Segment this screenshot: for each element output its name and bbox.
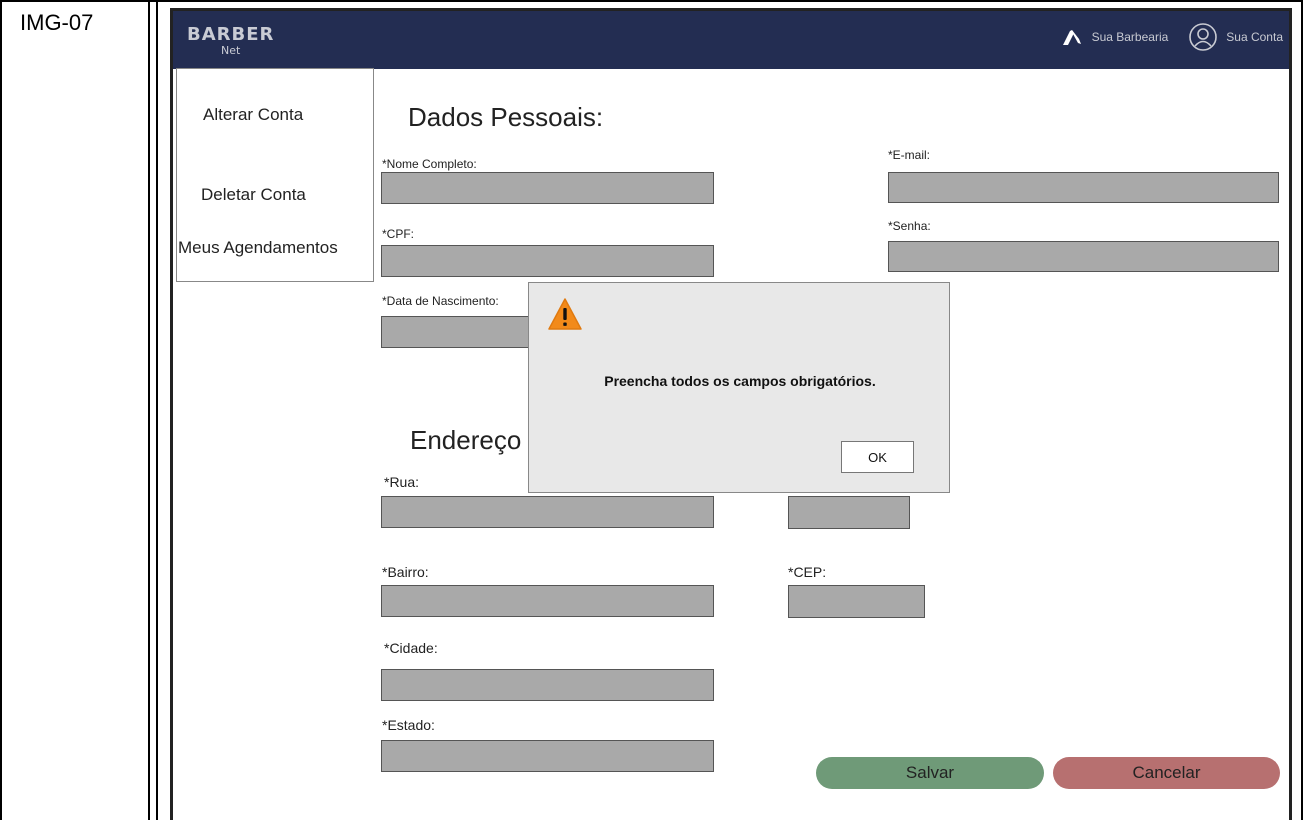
street-label: *Rua: [384,474,420,490]
sidebar-item-meus-agendamentos[interactable]: Meus Agendamentos [178,238,338,258]
navbar-actions: Sua Barbearia Sua Conta [1048,22,1283,52]
account-link[interactable]: Sua Conta [1188,22,1283,52]
barbershop-label: Sua Barbearia [1091,30,1169,44]
barbershop-link[interactable]: Sua Barbearia [1060,25,1169,49]
district-field[interactable] [381,585,714,617]
logo-subtext: Net [221,44,241,57]
birth-date-label: *Data de Nascimento: [382,294,499,308]
user-circle-icon [1189,23,1218,51]
dialog-message: Preencha todos os campos obrigatórios. [604,373,876,389]
district-label: *Bairro: [382,564,429,580]
table-divider [148,0,158,820]
image-id-label: IMG-07 [20,10,94,35]
cep-label: *CEP: [788,564,827,580]
full-name-label: *Nome Completo: [382,157,477,171]
number-field[interactable] [788,496,910,529]
email-field[interactable] [888,172,1279,203]
password-label: *Senha: [888,219,931,233]
cpf-label: *CPF: [382,227,415,241]
account-label: Sua Conta [1226,30,1283,44]
state-label: *Estado: [382,717,435,733]
personal-data-title: Dados Pessoais: [408,102,604,132]
warning-icon [548,298,582,330]
cancel-button[interactable]: Cancelar [1053,757,1280,789]
account-sidebar: Alterar Conta Deletar Conta Meus Agendam… [176,68,374,282]
city-label: *Cidade: [384,640,438,656]
cpf-field[interactable] [381,245,714,277]
password-field[interactable] [888,241,1279,272]
sidebar-item-alterar-conta[interactable]: Alterar Conta [203,105,303,125]
save-button[interactable]: Salvar [816,757,1044,789]
logo-text: BARBER [187,24,275,45]
address-title: Endereço [410,425,522,455]
razor-icon [1062,30,1081,45]
state-field[interactable] [381,740,714,772]
ok-button[interactable]: OK [841,441,914,473]
cep-field[interactable] [788,585,925,618]
email-label: *E-mail: [888,148,931,162]
barbernet-logo[interactable]: BARBER Net [187,18,297,60]
sidebar-item-deletar-conta[interactable]: Deletar Conta [201,185,306,205]
street-field[interactable] [381,496,714,528]
city-field[interactable] [381,669,714,701]
full-name-field[interactable] [381,172,714,204]
warning-dialog: Preencha todos os campos obrigatórios. O… [528,282,950,493]
